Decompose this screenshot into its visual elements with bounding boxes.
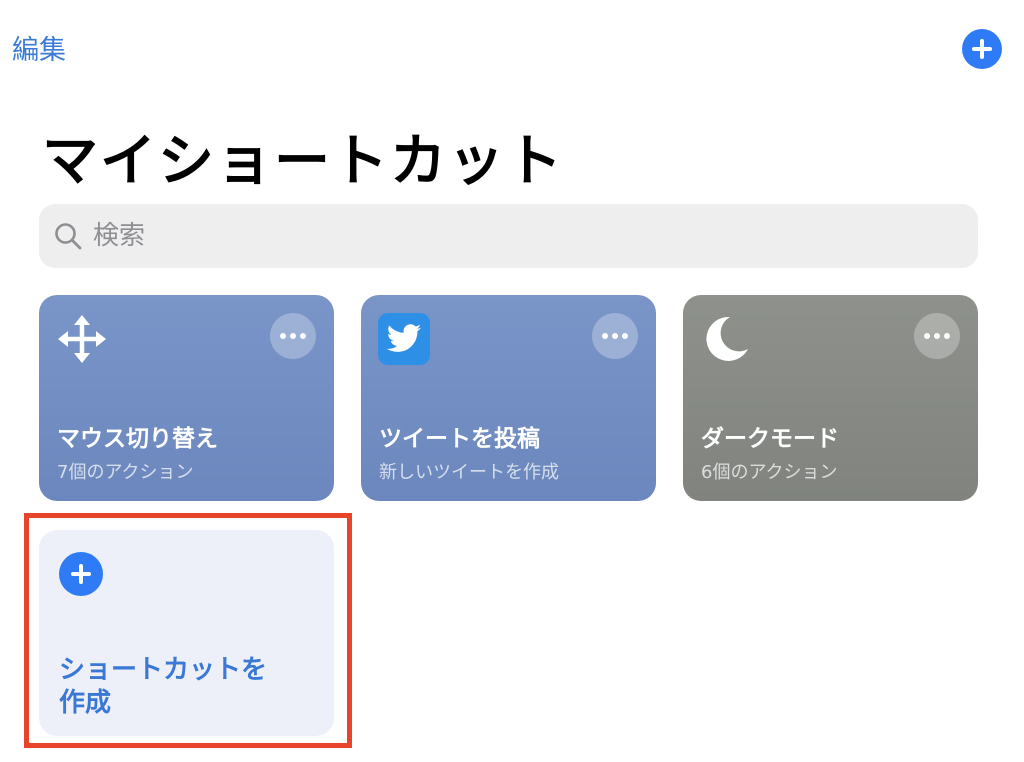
ellipsis-icon — [924, 333, 950, 339]
page-title: マイショートカット — [42, 129, 564, 194]
plus-circle-icon — [59, 552, 103, 596]
twitter-icon — [378, 313, 430, 365]
search-icon — [55, 223, 82, 250]
search-input[interactable] — [91, 220, 955, 252]
shortcut-card-mouse-toggle[interactable]: マウス切り替え 7個のアクション — [39, 295, 334, 501]
shortcut-card-post-tweet[interactable]: ツイートを投稿 新しいツイートを作成 — [361, 295, 656, 501]
edit-button[interactable]: 編集 — [12, 28, 66, 67]
move-arrows-icon — [58, 315, 106, 363]
more-options-button[interactable] — [270, 313, 316, 359]
moon-icon — [706, 316, 748, 361]
ellipsis-icon — [602, 333, 628, 339]
more-options-button[interactable] — [914, 313, 960, 359]
ellipsis-icon — [280, 333, 306, 339]
plus-circle-icon — [972, 39, 992, 59]
shortcut-subtitle: 7個のアクション — [57, 462, 194, 483]
shortcuts-page: 編集 マイショートカット 検索 マウス切り替え 7個のアクション ツイートを投稿… — [0, 0, 1024, 762]
create-shortcut-card[interactable]: ショートカットを作成 — [39, 530, 334, 736]
shortcut-title: ツイートを投稿 — [379, 426, 540, 452]
search-bar[interactable] — [39, 204, 978, 268]
more-options-button[interactable] — [592, 313, 638, 359]
add-shortcut-button[interactable] — [962, 29, 1002, 69]
shortcut-subtitle: 新しいツイートを作成 — [379, 462, 559, 483]
shortcut-subtitle: 6個のアクション — [701, 462, 838, 483]
create-shortcut-label: ショートカットを作成 — [59, 655, 268, 718]
shortcut-card-dark-mode[interactable]: ダークモード 6個のアクション — [683, 295, 978, 501]
shortcut-title: ダークモード — [701, 426, 839, 452]
shortcut-title: マウス切り替え — [57, 426, 218, 452]
